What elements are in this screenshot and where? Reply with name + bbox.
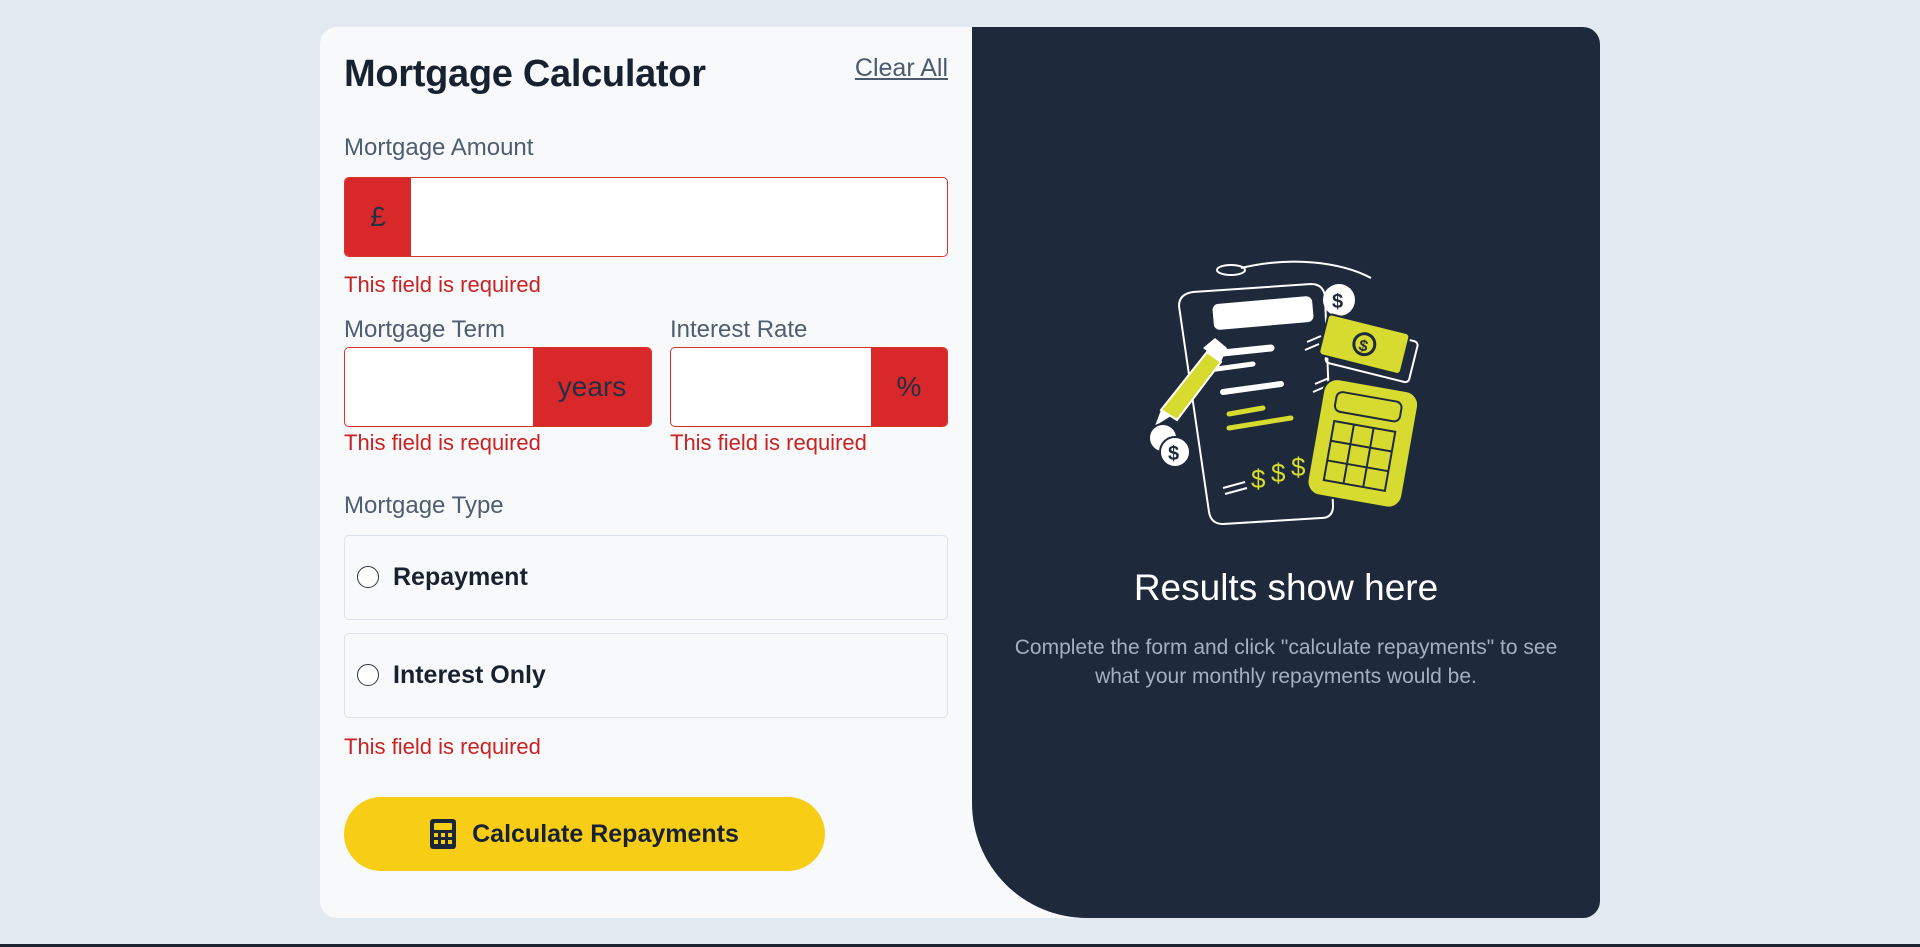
- interest-rate-error: This field is required: [670, 430, 867, 455]
- calculator-form: Mortgage Calculator Clear All Mortgage A…: [344, 27, 948, 918]
- years-suffix: years: [533, 348, 651, 426]
- radio-button[interactable]: [357, 566, 379, 588]
- interest-rate-input[interactable]: [671, 348, 871, 426]
- mortgage-term-field: years: [344, 347, 652, 427]
- results-panel: $ $ $ $ $ $ Results show here Complete t…: [972, 27, 1600, 918]
- mortgage-amount-label: Mortgage Amount: [344, 134, 534, 161]
- mortgage-term-input[interactable]: [345, 348, 533, 426]
- mortgage-amount-input[interactable]: [411, 178, 947, 256]
- calculate-repayments-button[interactable]: Calculate Repayments: [344, 797, 825, 871]
- interest-rate-field: %: [670, 347, 948, 427]
- mortgage-term-label: Mortgage Term: [344, 316, 505, 343]
- mortgage-amount-error: This field is required: [344, 272, 541, 297]
- svg-text:$: $: [1271, 458, 1286, 488]
- mortgage-amount-field: £: [344, 177, 948, 257]
- mortgage-type-option-repayment[interactable]: Repayment: [344, 535, 948, 620]
- svg-text:$: $: [1251, 464, 1266, 494]
- percent-suffix: %: [871, 348, 947, 426]
- calculator-card: Mortgage Calculator Clear All Mortgage A…: [320, 27, 1600, 918]
- calculate-repayments-label: Calculate Repayments: [472, 819, 739, 848]
- calculator-icon: [430, 819, 457, 849]
- clear-all-link[interactable]: Clear All: [855, 54, 948, 83]
- svg-text:$: $: [1168, 443, 1179, 465]
- mortgage-type-option-interest-only[interactable]: Interest Only: [344, 633, 948, 718]
- results-title: Results show here: [1133, 567, 1439, 608]
- currency-prefix: £: [345, 178, 411, 256]
- mortgage-term-error: This field is required: [344, 430, 541, 455]
- radio-label-interest-only: Interest Only: [393, 661, 546, 689]
- interest-rate-label: Interest Rate: [670, 316, 808, 343]
- svg-text:$: $: [1332, 291, 1343, 313]
- radio-button[interactable]: [357, 664, 379, 686]
- page-title: Mortgage Calculator: [344, 53, 706, 95]
- mortgage-type-label: Mortgage Type: [344, 492, 504, 519]
- empty-results-illustration: $ $ $ $ $ $: [1148, 260, 1420, 526]
- results-description: Complete the form and click "calculate r…: [1014, 636, 1558, 688]
- svg-text:$: $: [1291, 452, 1306, 482]
- radio-label-repayment: Repayment: [393, 563, 528, 591]
- mortgage-type-error: This field is required: [344, 734, 541, 759]
